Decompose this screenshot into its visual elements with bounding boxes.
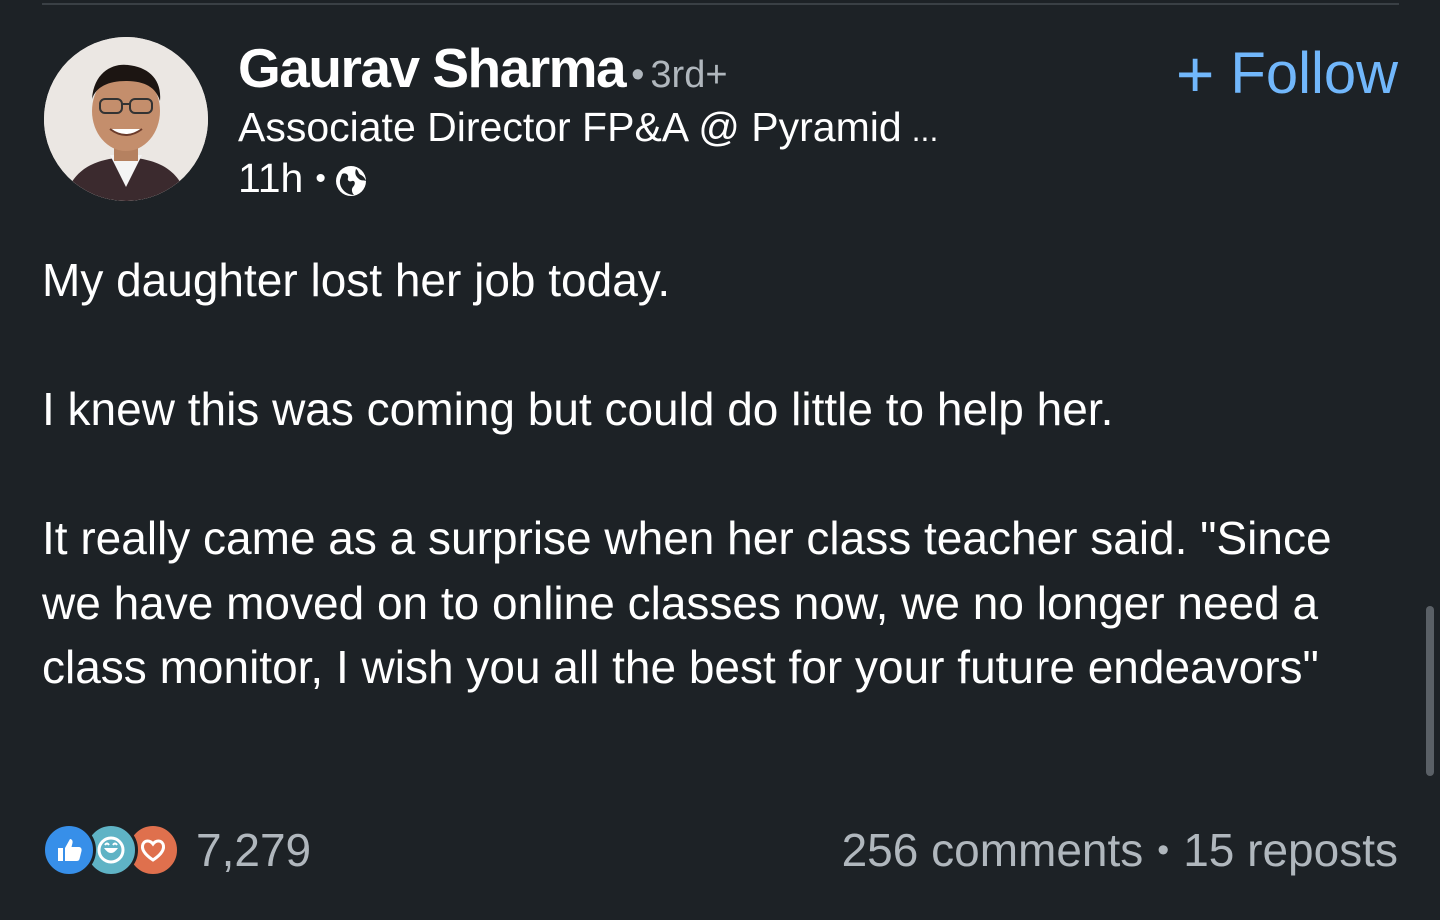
follow-button[interactable]: + Follow [1176,40,1398,107]
post-paragraph: I knew this was coming but could do litt… [42,383,1114,435]
scrollbar-thumb[interactable] [1426,606,1434,776]
post-time: 11h [238,155,304,201]
connection-degree: • 3rd+ [631,54,727,97]
author-name[interactable]: Gaurav Sharma [238,36,627,100]
author-headline: Associate Director FP&A @ Pyramid [238,104,902,150]
reaction-count: 7,279 [196,824,312,876]
reposts-link[interactable]: 15 reposts [1183,823,1398,877]
avatar-photo [44,37,208,201]
plus-icon: + [1175,36,1215,111]
reaction-icons [42,822,182,878]
post-body[interactable]: My daughter lost her job today. I knew t… [42,248,1402,700]
post-meta: 11h • [238,155,938,202]
post-paragraph: My daughter lost her job today. [42,254,671,306]
author-avatar[interactable] [44,37,208,201]
social-counts: 7,279 256 comments • 15 reposts [42,820,1398,880]
post-header: Gaurav Sharma • 3rd+ Associate Director F… [238,36,938,202]
author-headline-row: Associate Director FP&A @ Pyramid ... [238,104,938,151]
globe-icon [335,165,366,196]
meta-separator: • [315,161,326,195]
degree-separator: • [631,54,645,96]
reactions-summary[interactable]: 7,279 [42,822,311,878]
stats-separator: • [1157,830,1170,869]
connection-degree-label: 3rd+ [650,54,728,96]
comments-link[interactable]: 256 comments [842,823,1144,877]
follow-label: Follow [1230,41,1398,106]
name-row: Gaurav Sharma • 3rd+ [238,36,938,100]
post-paragraph: It really came as a surprise when her cl… [42,512,1332,693]
like-icon [42,823,96,877]
top-divider [42,3,1399,5]
comments-reposts: 256 comments • 15 reposts [842,823,1398,877]
headline-ellipsis: ... [911,112,939,148]
